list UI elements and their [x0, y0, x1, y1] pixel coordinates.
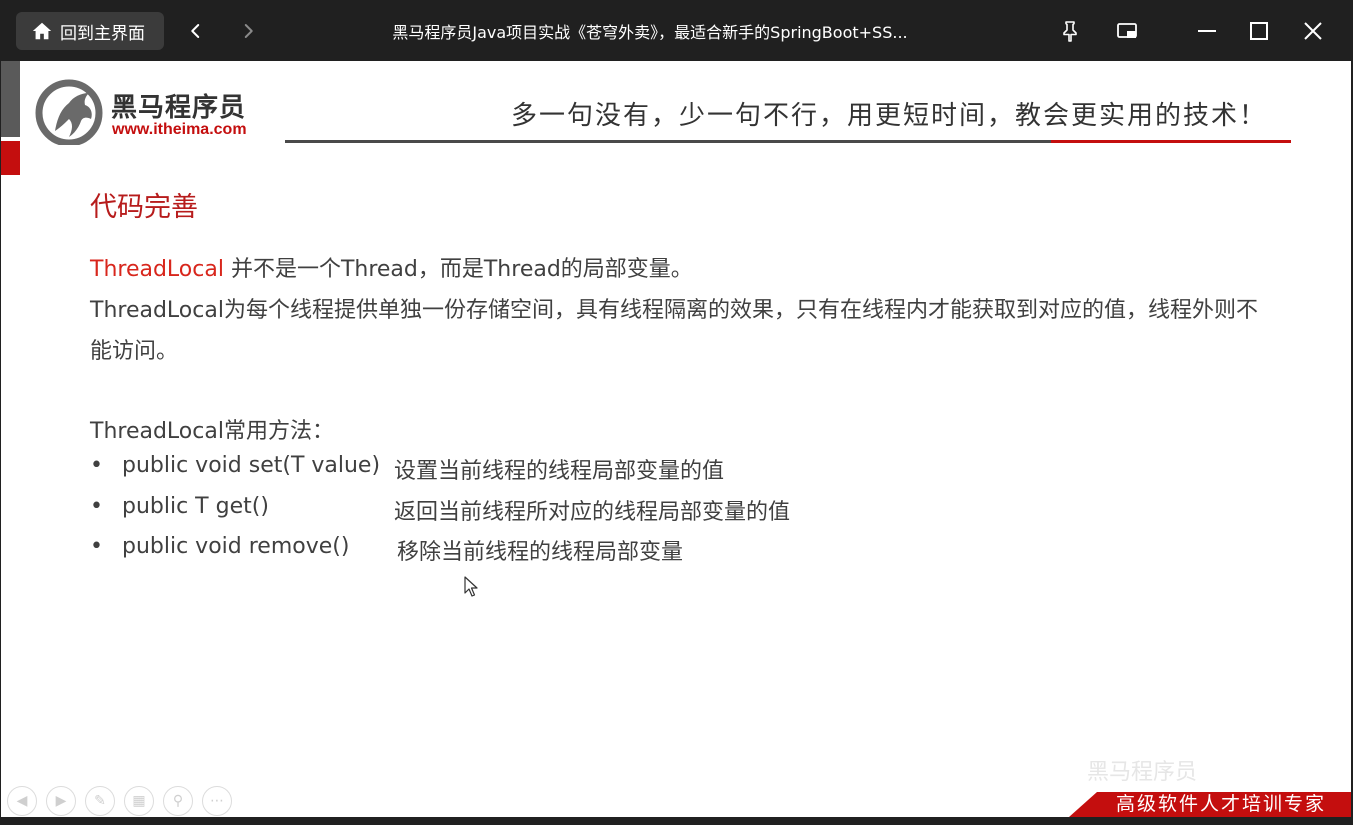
next-slide-icon[interactable]: ▶	[46, 786, 76, 816]
slide-canvas: 黑马程序员 www.itheima.com 多一句没有，少一句不行，用更短时间，…	[1, 61, 1351, 817]
back-button[interactable]	[181, 16, 211, 46]
pin-icon	[1063, 21, 1077, 42]
side-accent-dark	[1, 61, 20, 137]
more-icon[interactable]: ⋯	[202, 786, 232, 816]
slide-heading: 代码完善	[90, 192, 198, 223]
method-description: 移除当前线程的线程局部变量	[397, 540, 684, 565]
bullet: •	[90, 534, 103, 559]
method-signature: public T get()	[122, 494, 269, 519]
header-rule-dark	[285, 140, 1051, 143]
picture-in-picture-icon	[1117, 23, 1137, 38]
close-button[interactable]	[1296, 14, 1330, 48]
home-icon	[32, 22, 52, 40]
methods-title: ThreadLocal常用方法：	[90, 419, 334, 444]
bullet: •	[90, 494, 103, 519]
side-accent-red	[1, 141, 20, 175]
logo-url: www.itheima.com	[112, 121, 247, 138]
window-title: 黑马程序员Java项目实战《苍穹外卖》，最适合新手的SpringBoot+SS.…	[392, 23, 908, 42]
chevron-right-icon	[244, 24, 253, 38]
slides-grid-icon[interactable]: ▦	[124, 786, 154, 816]
window-bottom-edge	[0, 817, 1353, 825]
bullet: •	[90, 453, 103, 478]
picture-in-picture-button[interactable]	[1110, 14, 1144, 48]
home-button[interactable]: 回到主界面	[16, 12, 164, 50]
logo-horse-icon	[35, 79, 103, 145]
home-button-label: 回到主界面	[60, 23, 145, 44]
pin-button[interactable]	[1053, 14, 1087, 48]
minimize-button[interactable]	[1190, 14, 1224, 48]
chevron-left-icon	[191, 24, 200, 38]
maximize-icon	[1250, 22, 1268, 40]
threadlocal-highlight: ThreadLocal	[90, 257, 224, 282]
method-signature: public void remove()	[122, 534, 350, 559]
zoom-icon[interactable]: ⚲	[163, 786, 193, 816]
minimize-icon	[1198, 30, 1216, 32]
header-rule-red	[1051, 140, 1291, 143]
prev-slide-icon[interactable]: ◀	[7, 786, 37, 816]
logo-name: 黑马程序员	[111, 93, 247, 123]
presentation-toolbar: ◀ ▶ ✎ ▦ ⚲ ⋯	[7, 786, 232, 816]
watermark: 黑马程序员	[1087, 760, 1198, 785]
footer-banner-text: 高级软件人才培训专家	[1116, 793, 1327, 815]
pen-icon[interactable]: ✎	[85, 786, 115, 816]
window-titlebar: 回到主界面 黑马程序员Java项目实战《苍穹外卖》，最适合新手的SpringBo…	[0, 0, 1353, 61]
paragraph-1: ThreadLocal 并不是一个Thread，而是Thread的局部变量。	[90, 251, 693, 283]
method-signature: public void set(T value)	[122, 453, 381, 478]
paragraph-1-text: 并不是一个Thread，而是Thread的局部变量。	[223, 257, 693, 282]
close-icon	[1304, 22, 1322, 40]
paragraph-2-line-2: 能访问。	[90, 339, 179, 364]
mouse-pointer-icon	[464, 576, 478, 597]
slide-slogan: 多一句没有，少一句不行，用更短时间，教会更实用的技术！	[511, 101, 1268, 131]
method-description: 返回当前线程所对应的线程局部变量的值	[394, 500, 791, 525]
paragraph-2-line-1: ThreadLocal为每个线程提供单独一份存储空间，具有线程隔离的效果，只有在…	[90, 298, 1258, 323]
forward-button[interactable]	[233, 16, 263, 46]
maximize-button[interactable]	[1242, 14, 1276, 48]
method-description: 设置当前线程的线程局部变量的值	[394, 459, 725, 484]
